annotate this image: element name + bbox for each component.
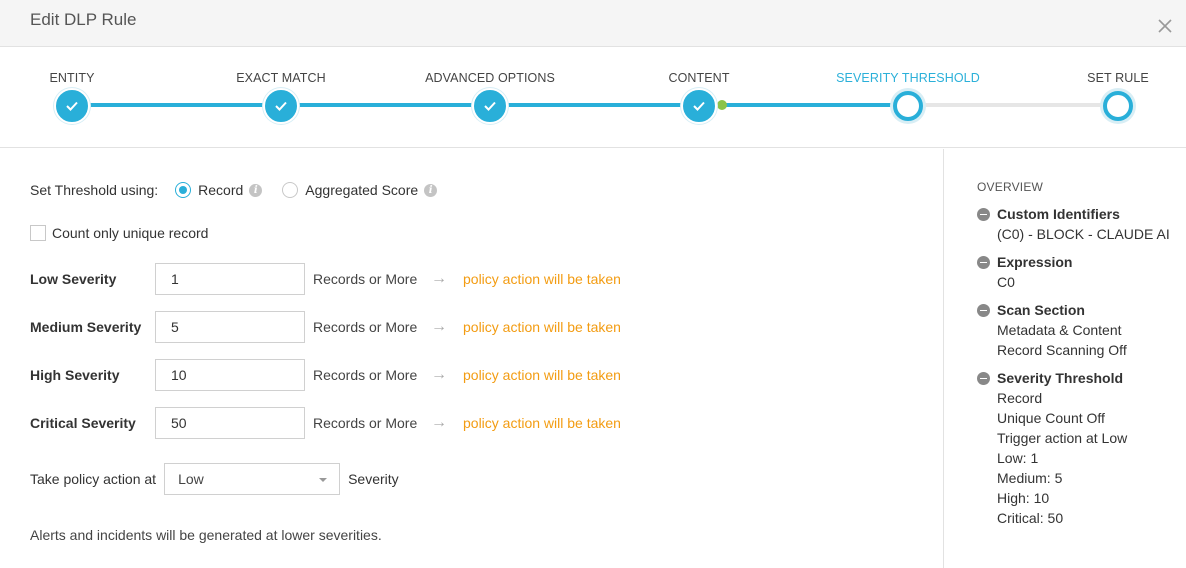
policy-action-text: policy action will be taken [463,415,621,431]
overview-section-toggle[interactable]: Severity Threshold [977,368,1127,388]
radio-circle[interactable] [282,182,299,198]
overview-line: High: 10 [997,490,1050,506]
severity-row-low: Low Severity Records or More → policy ac… [30,263,621,295]
severity-label: Critical Severity [30,415,136,431]
records-suffix: Records or More [313,415,418,431]
threshold-form: Set Threshold using: Record i Aggregated… [0,149,943,568]
wizard-track-pending [908,103,1118,107]
step-circle-icon [1103,91,1133,121]
high-severity-input[interactable] [155,359,305,391]
records-suffix: Records or More [313,367,418,383]
overview-line: Record Scanning Off [997,342,1127,358]
unique-record-checkbox[interactable] [30,225,46,241]
overview-line: Unique Count Off [997,410,1105,426]
overview-section-toggle[interactable]: Custom Identifiers [977,204,1170,224]
info-icon[interactable]: i [424,183,438,197]
collapse-icon[interactable] [977,207,990,221]
collapse-icon[interactable] [977,371,990,385]
records-suffix: Records or More [313,319,418,335]
low-severity-input[interactable] [155,263,305,295]
overview-section-severity-threshold: Severity Threshold Record Unique Count O… [977,368,1127,528]
policy-action-text: policy action will be taken [463,271,621,287]
severity-select[interactable]: Low [164,463,341,495]
arrow-right-icon: → [431,366,447,383]
check-icon [54,88,90,124]
wizard-step-label: CONTENT [668,71,730,85]
overview-title: OVERVIEW [977,180,1044,194]
overview-section-heading: Expression [997,254,1073,270]
radio-record[interactable]: Record i [175,182,263,198]
severity-row-critical: Critical Severity Records or More → poli… [30,407,621,439]
take-action-row: Take policy action at Low Severity [30,463,399,495]
arrow-right-icon: → [431,270,447,287]
overview-line: (C0) - BLOCK - CLAUDE AI [997,226,1170,242]
dialog-header: Edit DLP Rule [0,0,1186,47]
overview-section-expression: Expression C0 [977,252,1072,292]
collapse-icon[interactable] [977,303,990,317]
check-icon [263,88,299,124]
overview-section-heading: Severity Threshold [997,370,1124,386]
collapse-icon[interactable] [977,255,990,269]
radio-aggregated-score[interactable]: Aggregated Score i [282,182,438,198]
alerts-note: Alerts and incidents will be generated a… [30,527,382,543]
overview-line: C0 [997,274,1015,290]
wizard-step-exact-match[interactable]: EXACT MATCH [181,48,381,124]
severity-row-high: High Severity Records or More → policy a… [30,359,621,391]
wizard-step-set-rule[interactable]: SET RULE [1018,48,1186,121]
overview-line: Low: 1 [997,450,1039,466]
overview-line: Metadata & Content [997,322,1122,338]
unique-record-label: Count only unique record [52,225,209,241]
wizard-step-label: ENTITY [49,71,95,85]
policy-action-text: policy action will be taken [463,319,621,335]
overview-line: Trigger action at Low [997,430,1128,446]
progress-marker [717,100,727,110]
take-action-prefix: Take policy action at [30,471,157,487]
overview-section-scan-section: Scan Section Metadata & Content Record S… [977,300,1127,360]
unique-record-row: Count only unique record [30,225,208,241]
overview-line: Record [997,390,1043,406]
overview-line: Medium: 5 [997,470,1063,486]
step-circle-icon [893,91,923,121]
radio-label: Record [198,182,244,198]
severity-label: Medium Severity [30,319,142,335]
arrow-right-icon: → [431,318,447,335]
dialog-title: Edit DLP Rule [30,10,137,29]
severity-select-value: Low [178,471,204,487]
wizard-step-label: ADVANCED OPTIONS [425,71,555,85]
overview-section-toggle[interactable]: Scan Section [977,300,1127,320]
wizard-step-label: EXACT MATCH [236,71,326,85]
chevron-down-icon [319,478,328,482]
policy-action-text: policy action will be taken [463,367,621,383]
overview-panel: OVERVIEW Custom Identifiers (C0) - BLOCK… [943,149,1186,568]
overview-section-heading: Scan Section [997,302,1085,318]
critical-severity-input[interactable] [155,407,305,439]
severity-row-medium: Medium Severity Records or More → policy… [30,311,621,343]
threshold-mode-label: Set Threshold using: [30,182,159,198]
radio-label: Aggregated Score [305,182,419,198]
overview-section-heading: Custom Identifiers [997,206,1120,222]
records-suffix: Records or More [313,271,418,287]
medium-severity-input[interactable] [155,311,305,343]
wizard-step-entity[interactable]: ENTITY [0,48,172,124]
wizard-step-content[interactable]: CONTENT [599,48,799,124]
severity-label: Low Severity [30,271,117,287]
wizard-steps: ENTITY EXACT MATCH ADVANCED OPTIONS CONT… [0,48,1186,148]
overview-section-custom-identifiers: Custom Identifiers (C0) - BLOCK - CLAUDE… [977,204,1170,244]
wizard-step-label: SET RULE [1087,71,1149,85]
check-icon [472,88,508,124]
close-icon[interactable] [1156,17,1174,35]
check-icon [681,88,717,124]
radio-circle[interactable] [175,182,192,198]
wizard-step-severity-threshold[interactable]: SEVERITY THRESHOLD [808,48,1008,121]
overview-section-toggle[interactable]: Expression [977,252,1072,272]
threshold-mode-row: Set Threshold using: Record i Aggregated… [30,180,457,200]
take-action-suffix: Severity [348,471,399,487]
info-icon[interactable]: i [249,183,263,197]
wizard-step-label: SEVERITY THRESHOLD [836,71,980,85]
wizard-step-advanced-options[interactable]: ADVANCED OPTIONS [390,48,590,124]
overview-line: Critical: 50 [997,510,1064,526]
severity-label: High Severity [30,367,120,383]
arrow-right-icon: → [431,414,447,431]
